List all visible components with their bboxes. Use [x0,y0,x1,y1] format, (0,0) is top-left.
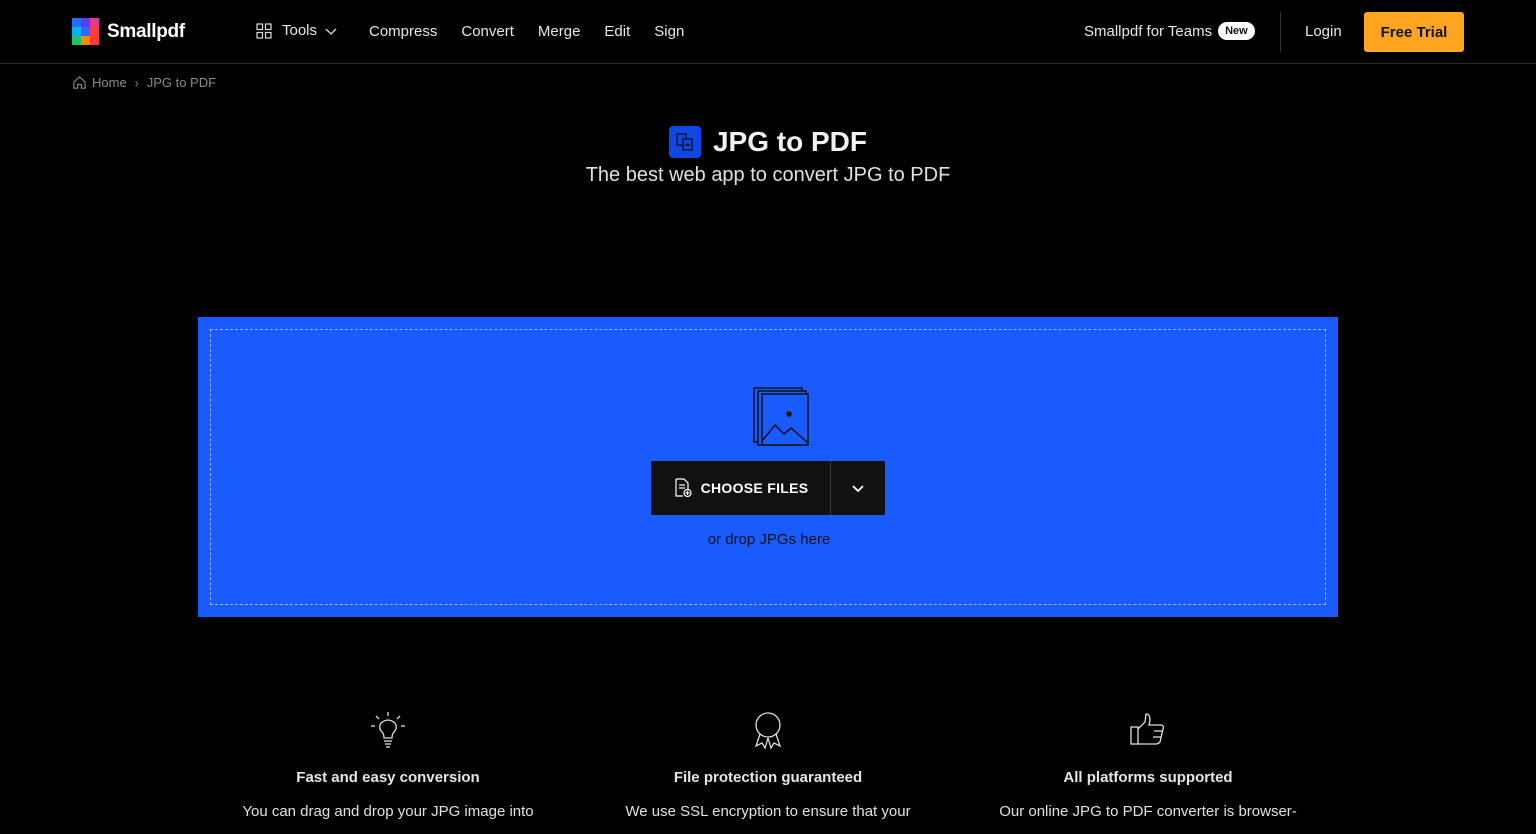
nav-edit[interactable]: Edit [604,23,630,40]
choose-files-group: CHOOSE FILES [651,461,885,515]
teams-link[interactable]: Smallpdf for Teams New [1084,22,1255,40]
feature-title: Fast and easy conversion [296,769,480,786]
file-dropzone[interactable]: CHOOSE FILES or drop JPGs here [198,317,1338,617]
teams-label: Smallpdf for Teams [1084,22,1213,40]
feature-text: We use SSL encryption to ensure that you… [625,803,911,820]
header-divider [1280,12,1281,52]
breadcrumb-current: JPG to PDF [146,75,217,90]
brand-logo[interactable]: Smallpdf [72,18,185,45]
free-trial-button[interactable]: Free Trial [1364,12,1464,52]
drop-hint: or drop JPGs here [707,531,831,548]
tools-menu[interactable]: Tools [256,22,337,39]
brand-name: Smallpdf [107,20,185,42]
choose-files-label: CHOOSE FILES [700,480,809,496]
page-title: JPG to PDF [712,126,867,157]
smallpdf-logo-icon [72,18,99,45]
login-link[interactable]: Login [1305,23,1342,40]
feature-text: You can drag and drop your JPG image int… [242,803,534,820]
choose-source-dropdown[interactable] [831,461,885,515]
feature-title: File protection guaranteed [673,769,863,786]
breadcrumb-home[interactable]: Home [92,75,127,90]
top-header: Smallpdf Tools Compress Convert Merge Ed… [0,0,1536,64]
nav-compress[interactable]: Compress [369,23,437,40]
breadcrumb: Home › JPG to PDF [72,75,216,90]
image-files-icon [753,387,809,446]
nav-convert[interactable]: Convert [461,23,514,40]
thumbs-up-icon [1130,713,1165,745]
home-icon [73,76,86,89]
page-title-row: JPG to PDF [0,126,1536,158]
feature-file-protection: File protection guaranteed We use SSL en… [578,710,958,820]
lightbulb-icon [371,712,405,748]
chevron-down-icon [852,485,864,493]
feature-fast-conversion: Fast and easy conversion You can drag an… [198,710,578,820]
convert-tool-icon [668,126,701,158]
file-add-icon [674,478,692,498]
tools-label: Tools [282,22,318,39]
feature-text: Our online JPG to PDF converter is brows… [999,803,1297,820]
nav-merge[interactable]: Merge [538,23,581,40]
feature-all-platforms: All platforms supported Our online JPG t… [958,710,1338,820]
grid-icon [256,22,272,39]
new-badge: New [1218,22,1255,40]
breadcrumb-separator: › [134,75,139,90]
dropzone-border: CHOOSE FILES or drop JPGs here [210,329,1326,605]
page-subtitle: The best web app to convert JPG to PDF [585,164,951,186]
choose-files-button[interactable]: CHOOSE FILES [651,461,831,515]
main-nav: Compress Convert Merge Edit Sign [369,23,708,40]
nav-sign[interactable]: Sign [654,23,684,40]
feature-title: All platforms supported [1063,769,1233,786]
chevron-down-icon [325,28,337,35]
award-ribbon-icon [754,712,782,750]
